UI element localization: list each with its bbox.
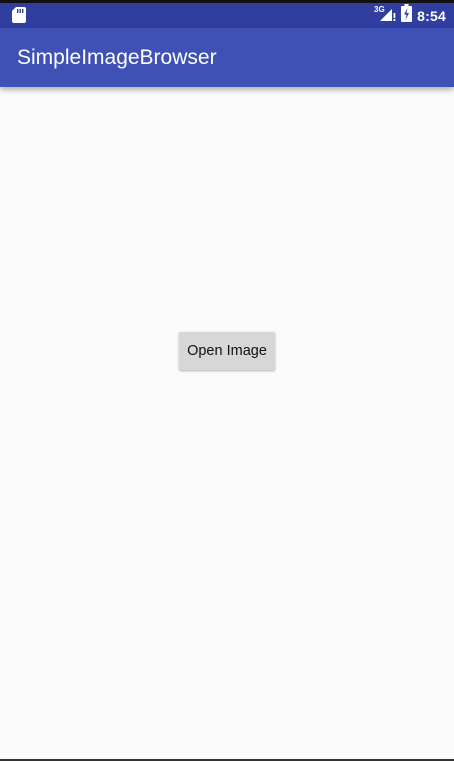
app-bar: SimpleImageBrowser <box>0 28 454 87</box>
battery-charging-icon <box>401 4 413 27</box>
sd-card-icon <box>12 7 26 23</box>
app-title: SimpleImageBrowser <box>17 46 217 69</box>
status-time: 8:54 <box>417 7 446 24</box>
cell-signal-icon: 3G <box>374 4 396 27</box>
network-type-label: 3G <box>374 5 385 14</box>
open-image-button[interactable]: Open Image <box>179 332 275 370</box>
phone-screen: 3G 8:54 SimpleImageBrowser Open Image <box>0 0 454 761</box>
main-content: Open Image <box>0 87 454 759</box>
status-bar: 3G 8:54 <box>0 3 454 28</box>
status-icons: 3G 8:54 <box>374 4 446 27</box>
